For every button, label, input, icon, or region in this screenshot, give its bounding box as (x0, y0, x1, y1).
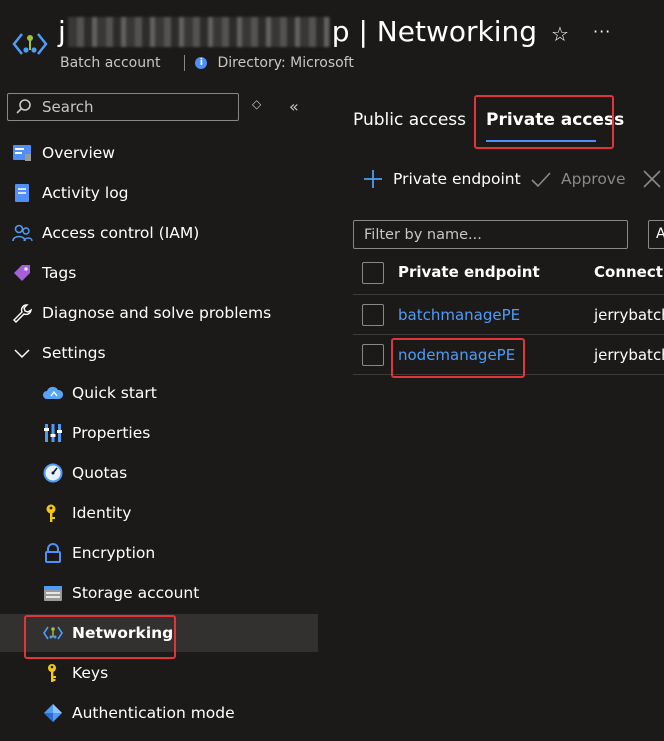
more-icon[interactable]: ··· (593, 22, 611, 41)
networking-icon (12, 26, 48, 62)
sidebar-item-label: Access control (IAM) (42, 224, 200, 242)
sidebar-item-overview[interactable]: Overview (0, 135, 318, 171)
sidebar-item-storage-account[interactable]: Storage account (0, 575, 318, 611)
sidebar-item-diagnose[interactable]: Diagnose and solve problems (0, 295, 318, 331)
search-input[interactable] (40, 97, 224, 117)
sidebar-item-keys[interactable]: Keys (0, 655, 318, 691)
sidebar-item-label: Quotas (72, 464, 128, 482)
endpoint-link[interactable]: batchmanagePE (398, 306, 520, 324)
sidebar-item-label: Networking (72, 624, 174, 642)
approve-button[interactable]: Approve (530, 168, 626, 190)
sidebar-item-encryption[interactable]: Encryption (0, 535, 318, 571)
sidebar-item-label: Quick start (72, 384, 157, 402)
filter-by-name-input[interactable] (353, 220, 628, 249)
sidebar-item-label: Storage account (72, 584, 200, 602)
gauge-icon (42, 462, 64, 484)
properties-icon (42, 422, 64, 444)
overview-icon (11, 142, 33, 164)
tab-public-access[interactable]: Public access (353, 110, 466, 130)
sidebar-item-quick-start[interactable]: Quick start (0, 375, 318, 411)
wrench-icon (11, 302, 33, 324)
redacted-name (67, 16, 330, 47)
sidebar-item-label: Settings (42, 344, 106, 362)
expand-collapse-icon[interactable]: ◇ (252, 97, 261, 111)
sidebar-group-settings[interactable]: Settings (0, 335, 318, 371)
column-header-connection[interactable]: Connectio (594, 263, 664, 281)
sidebar-item-label: Keys (72, 664, 109, 682)
add-endpoint-label: Private endpoint (393, 170, 521, 188)
filter-dropdown[interactable]: A (648, 220, 664, 249)
search-box[interactable] (7, 93, 239, 121)
column-header-private-endpoint[interactable]: Private endpoint (398, 263, 540, 281)
star-icon[interactable]: ☆ (551, 22, 569, 46)
table-divider (353, 334, 664, 335)
sidebar-item-networking[interactable]: Networking (0, 614, 318, 652)
sidebar-item-label: Encryption (72, 544, 156, 562)
table-divider (353, 374, 664, 375)
page-title: j p | Networking (58, 15, 537, 48)
sidebar-item-label: Overview (42, 144, 115, 162)
lock-icon (42, 542, 64, 564)
sidebar-item-access-control[interactable]: Access control (IAM) (0, 215, 318, 251)
auth-mode-icon (42, 702, 64, 724)
sidebar-item-label: Diagnose and solve problems (42, 304, 272, 322)
cloud-icon (42, 382, 64, 404)
tab-selected-indicator (486, 140, 596, 142)
sidebar-item-tags[interactable]: Tags (0, 255, 318, 291)
tab-private-access[interactable]: Private access (486, 110, 624, 130)
add-private-endpoint-button[interactable]: Private endpoint (362, 168, 521, 190)
row-checkbox[interactable] (362, 304, 384, 326)
resource-type: Batch account (60, 55, 161, 71)
approve-label: Approve (561, 170, 626, 188)
subtitle-divider (184, 55, 186, 71)
connection-cell: jerrybatch (594, 346, 664, 364)
networking-icon (42, 622, 64, 644)
connection-cell: jerrybatch (594, 306, 664, 324)
reject-icon[interactable] (641, 168, 663, 190)
plus-icon (362, 168, 384, 190)
storage-icon (42, 582, 64, 604)
directory-label: Directory: Microsoft (217, 55, 354, 71)
info-icon: i (195, 57, 208, 69)
title-prefix: j (58, 15, 66, 48)
sidebar-item-identity[interactable]: Identity (0, 495, 318, 531)
sidebar-item-quotas[interactable]: Quotas (0, 455, 318, 491)
sidebar-item-label: Identity (72, 504, 132, 522)
select-all-checkbox[interactable] (362, 262, 384, 284)
row-checkbox[interactable] (362, 344, 384, 366)
chevron-down-icon (11, 342, 33, 364)
table-divider (353, 294, 664, 295)
sidebar-item-label: Activity log (42, 184, 129, 202)
sidebar-item-label: Tags (42, 264, 77, 282)
sidebar-item-authentication-mode[interactable]: Authentication mode (0, 695, 318, 731)
endpoint-link[interactable]: nodemanagePE (398, 346, 515, 364)
collapse-sidebar-icon[interactable]: « (289, 97, 299, 116)
sidebar-item-label: Authentication mode (72, 704, 235, 722)
resource-subtitle: Batch account i Directory: Microsoft (60, 55, 354, 71)
key-icon (42, 662, 64, 684)
key-identity-icon (42, 502, 64, 524)
title-suffix: p | Networking (331, 15, 537, 48)
sidebar-item-properties[interactable]: Properties (0, 415, 318, 451)
people-icon (11, 222, 33, 244)
sidebar-item-activity-log[interactable]: Activity log (0, 175, 318, 211)
sidebar-item-label: Properties (72, 424, 151, 442)
checkmark-icon (530, 168, 552, 190)
search-icon (14, 97, 34, 117)
activity-log-icon (11, 182, 33, 204)
tag-icon (11, 262, 33, 284)
